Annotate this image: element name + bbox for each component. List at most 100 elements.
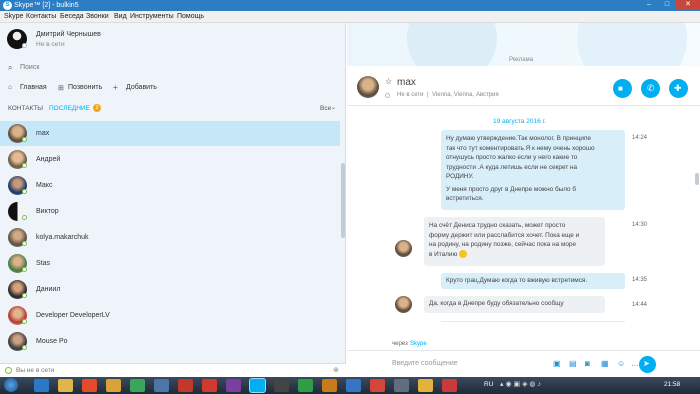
tray-icons[interactable]: ▴ ◉ ▣ ◈ ◍ ♪: [500, 380, 541, 388]
close-status-icon[interactable]: ⊗: [333, 366, 339, 374]
message-line: встретиться.: [446, 195, 484, 202]
chat-avatar[interactable]: [357, 76, 379, 98]
skype-logo-icon: S: [3, 1, 12, 10]
send-button[interactable]: ➤: [639, 356, 656, 373]
message-line: трудности .А куда летишь если не секрет …: [446, 163, 578, 171]
phone-icon: ⊞: [58, 85, 64, 92]
message-line: У меня просто друг в Днепре можно было б: [446, 185, 576, 193]
contact-item-daniil[interactable]: Даниил: [0, 277, 340, 302]
menu-skype[interactable]: Skype: [4, 12, 23, 22]
filter-dropdown[interactable]: Все: [320, 105, 331, 112]
phone-icon: ✆: [647, 83, 655, 93]
message-bubble-in[interactable]: На счёт Дениса трудно сказать, может про…: [424, 217, 605, 266]
menu-bar: Skype Контакты Беседа Звонки Вид Инструм…: [0, 11, 700, 23]
sidebar: Дмитрий Чернышев Не в сети ⌕ Поиск ⌂ Гла…: [0, 23, 346, 377]
opera-icon[interactable]: [178, 379, 193, 392]
app-icon[interactable]: [106, 379, 121, 392]
message-line: Круто грац.Думаю когда то вживую встрети…: [446, 277, 588, 284]
app-icon[interactable]: [394, 379, 409, 392]
app-icon[interactable]: [202, 379, 217, 392]
contact-item-developer[interactable]: Developer DeveloperLV: [0, 303, 340, 328]
bottom-status-text[interactable]: Вы не в сети: [16, 367, 54, 374]
skype-taskbar-icon[interactable]: [250, 379, 265, 392]
chat-scrollbar[interactable]: [695, 173, 699, 185]
contact-item-andrey[interactable]: Андрей: [0, 147, 340, 172]
status-icon: [22, 345, 27, 350]
home-button[interactable]: Главная: [20, 84, 47, 91]
message-input[interactable]: Введите сообщение: [392, 360, 458, 367]
clock[interactable]: 21:58: [664, 381, 680, 388]
contact-name: Андрей: [36, 156, 61, 163]
menu-conversation[interactable]: Беседа: [60, 12, 84, 22]
chat-contact-name: max: [397, 77, 416, 88]
profile-name[interactable]: Дмитрий Чернышев: [36, 31, 101, 38]
app-icon[interactable]: [322, 379, 337, 392]
message-line: На счёт Дениса трудно сказать, может про…: [429, 222, 566, 229]
file-icon[interactable]: ▤: [569, 359, 577, 368]
ie-icon[interactable]: [34, 379, 49, 392]
message-bubble-in[interactable]: Да, когда в Днепре буду обязательно сооб…: [424, 296, 605, 313]
favorite-star-icon[interactable]: ☆: [385, 77, 392, 86]
message-line: форму держит или расслабится хочет. Пока…: [429, 231, 580, 239]
video-call-button[interactable]: ■: [613, 79, 632, 98]
app-icon[interactable]: [298, 379, 313, 392]
contact-item-max[interactable]: max: [0, 121, 340, 146]
message-line: на родину, на родину позже, сейчас пока …: [429, 241, 577, 248]
app-icon[interactable]: [442, 379, 457, 392]
audio-call-button[interactable]: ✆: [641, 79, 660, 98]
minimize-button[interactable]: –: [640, 0, 658, 10]
status-icon: [22, 241, 27, 246]
menu-contacts[interactable]: Контакты: [26, 12, 56, 22]
menu-calls[interactable]: Звонки: [86, 12, 109, 22]
contact-item-kolya[interactable]: kolya.makarchuk: [0, 225, 340, 250]
contact-item-maks[interactable]: Макс: [0, 173, 340, 198]
message-line: Да, когда в Днепре буду обязательно сооб…: [429, 300, 564, 307]
message-bubble-out[interactable]: Ну думаю утверждение.Так монолог. В прин…: [441, 130, 625, 210]
more-icon[interactable]: …: [631, 359, 639, 368]
header-divider: [347, 105, 700, 106]
chevron-down-icon: ⌄: [331, 105, 337, 111]
contact-item-viktor[interactable]: Виктор: [0, 199, 340, 224]
start-button[interactable]: [4, 378, 18, 392]
contact-item-stas[interactable]: Stas: [0, 251, 340, 276]
chrome-icon[interactable]: [82, 379, 97, 392]
vk-icon[interactable]: [154, 379, 169, 392]
app-icon[interactable]: [370, 379, 385, 392]
status-icon: [22, 267, 27, 272]
menu-view[interactable]: Вид: [114, 12, 127, 22]
status-icon: [22, 137, 27, 142]
call-button[interactable]: Позвонить: [68, 84, 102, 91]
status-icon: [22, 189, 27, 194]
chat-location: Vienna, Vienna, Австрия: [432, 92, 499, 98]
contacts-scrollbar[interactable]: [341, 163, 345, 238]
maximize-button[interactable]: □: [658, 0, 676, 10]
message-bubble-out[interactable]: Круто грац.Думаю когда то вживую встрети…: [441, 273, 625, 289]
contact-item-mouse-po[interactable]: Mouse Po: [0, 329, 340, 354]
menu-tools[interactable]: Инструменты: [130, 12, 174, 22]
app-icon[interactable]: [346, 379, 361, 392]
contact-name: Макс: [36, 182, 53, 189]
image-icon[interactable]: ▣: [553, 359, 561, 368]
app-icon[interactable]: [274, 379, 289, 392]
smile-emoticon-icon: [459, 249, 468, 258]
video-message-icon[interactable]: ◙: [585, 359, 590, 368]
add-people-button[interactable]: ✚: [669, 79, 688, 98]
offline-status-icon: [5, 367, 12, 374]
ad-banner[interactable]: Реклама: [347, 23, 700, 66]
explorer-icon[interactable]: [58, 379, 73, 392]
tab-contacts[interactable]: КОНТАКТЫ: [8, 105, 43, 112]
onenote-icon[interactable]: [226, 379, 241, 392]
app-icon[interactable]: [130, 379, 145, 392]
tab-recent[interactable]: ПОСЛЕДНИЕ: [49, 105, 90, 112]
close-button[interactable]: ✕: [676, 0, 700, 10]
add-button[interactable]: Добавить: [126, 84, 157, 91]
search-input[interactable]: Поиск: [20, 64, 39, 71]
via-skype-link[interactable]: Skype: [410, 341, 427, 347]
menu-help[interactable]: Помощь: [177, 12, 204, 22]
language-indicator[interactable]: RU: [484, 381, 493, 388]
ad-label: Реклама: [509, 57, 534, 63]
status-icon: [22, 319, 27, 324]
contacts-icon[interactable]: ▦: [601, 359, 609, 368]
emoticon-icon[interactable]: ☺: [617, 359, 625, 368]
app-icon[interactable]: [418, 379, 433, 392]
